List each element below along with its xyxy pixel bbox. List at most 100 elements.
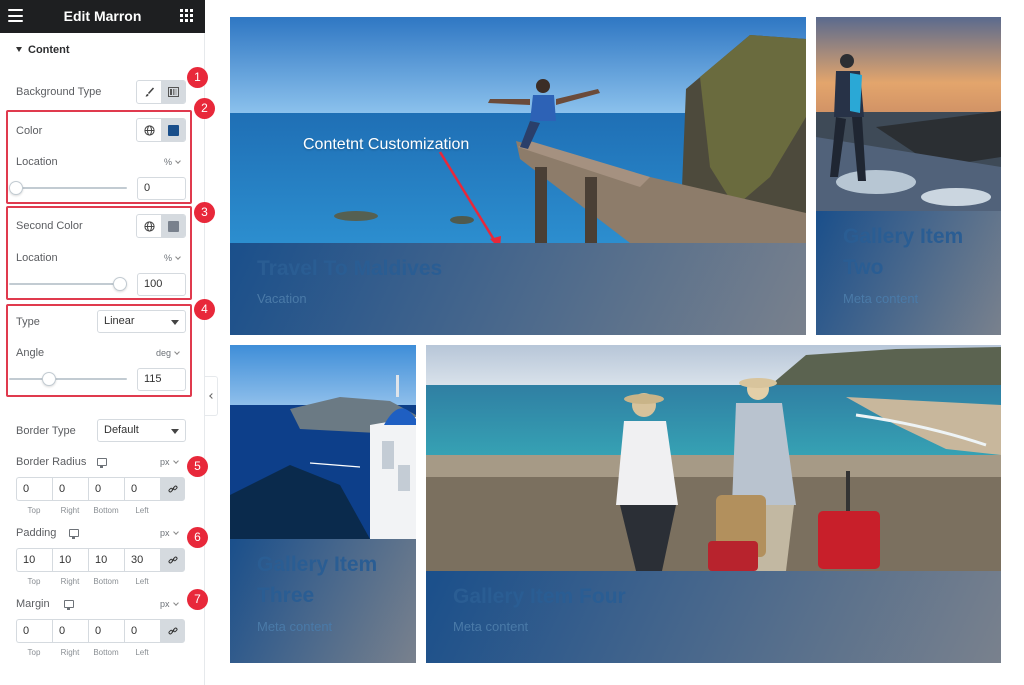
gallery-photo [426, 345, 1001, 571]
link-icon [168, 485, 177, 493]
gallery-item-meta: Meta content [453, 619, 529, 634]
margin-left-input[interactable]: 0 [124, 619, 160, 643]
margin-unit-select[interactable]: px [160, 599, 179, 609]
gallery-item-meta: Meta content [843, 291, 919, 306]
gallery-item-title: Gallery Item Three [257, 553, 378, 607]
chevron-down-icon [172, 458, 179, 464]
link-values-button[interactable] [160, 619, 185, 643]
dim-label-left: Left [135, 577, 149, 586]
border-radius-unit-select[interactable]: px [160, 457, 179, 467]
padding-label: Padding [16, 527, 57, 539]
dim-label-top: Top [27, 577, 41, 586]
margin-right-input[interactable]: 0 [52, 619, 88, 643]
classic-background-button[interactable] [137, 81, 161, 103]
chevron-left-icon [209, 393, 215, 399]
margin-label: Margin [16, 598, 50, 610]
brush-icon [145, 86, 154, 97]
border-type-label: Border Type [16, 425, 76, 437]
gallery-item-overlay: Gallery Item Three Meta content [230, 539, 416, 663]
dim-label-top: Top [27, 648, 41, 657]
caret-down-icon [16, 47, 22, 52]
desktop-icon[interactable] [97, 458, 107, 468]
dim-label-left: Left [135, 506, 149, 515]
widgets-grid-icon[interactable] [180, 9, 193, 22]
gradient-icon [167, 87, 179, 97]
border-type-value: Default [104, 424, 139, 436]
gallery-item-title: Gallery Item Two [843, 225, 964, 279]
padding-unit: px [160, 528, 170, 538]
gallery-item-4[interactable]: Gallery Item Four Meta content [426, 345, 1001, 663]
annotation-badge-4: 4 [194, 299, 215, 320]
background-type-label: Background Type [16, 86, 102, 98]
dim-label-right: Right [60, 648, 80, 657]
gallery-item-title: Travel To Maldives [257, 257, 443, 280]
gallery-item-overlay: Gallery Item Two Meta content [816, 211, 1001, 335]
annotation-badge-1: 1 [187, 67, 208, 88]
gallery-photo [816, 17, 1001, 211]
link-icon [168, 627, 177, 635]
gradient-background-button[interactable] [161, 81, 185, 103]
annotation-badge-2: 2 [194, 98, 215, 119]
annotation-badge-3: 3 [194, 202, 215, 223]
annotation-badge-6: 6 [187, 527, 208, 548]
chevron-down-icon [172, 600, 179, 606]
border-radius-top-input[interactable]: 0 [16, 477, 52, 501]
dim-label-right: Right [60, 506, 80, 515]
border-radius-label: Border Radius [16, 456, 87, 468]
gallery-item-title: Gallery Item Four [453, 585, 626, 608]
dim-label-top: Top [27, 506, 41, 515]
margin-dim-labels: Top Right Bottom Left [16, 648, 160, 657]
padding-dim-labels: Top Right Bottom Left [16, 577, 160, 586]
chevron-down-icon [172, 529, 179, 535]
border-type-select[interactable]: Default [97, 419, 186, 442]
dim-label-right: Right [60, 577, 80, 586]
content-section-label: Content [28, 44, 70, 56]
padding-bottom-input[interactable]: 10 [88, 548, 124, 572]
border-radius-left-input[interactable]: 0 [124, 477, 160, 501]
dim-label-bottom: Bottom [93, 506, 119, 515]
annotation-box-color [6, 110, 192, 204]
padding-unit-select[interactable]: px [160, 528, 179, 538]
border-radius-dimensions: 0 0 0 0 [16, 477, 185, 501]
gallery-photo [230, 345, 416, 539]
annotation-box-second-color [6, 206, 192, 300]
background-type-toggle [136, 80, 186, 104]
dim-label-left: Left [135, 648, 149, 657]
annotation-badge-7: 7 [187, 589, 208, 610]
link-values-button[interactable] [160, 548, 185, 572]
border-radius-dim-labels: Top Right Bottom Left [16, 506, 160, 515]
panel-title: Edit Marron [63, 8, 142, 24]
annotation-box-type-angle [6, 304, 192, 397]
border-radius-unit: px [160, 457, 170, 467]
annotation-badge-5: 5 [187, 456, 208, 477]
app-root: Edit Marron Content Background Type Colo… [0, 0, 1024, 685]
link-values-button[interactable] [160, 477, 185, 501]
collapse-panel-button[interactable] [205, 376, 218, 416]
annotation-label: Contetnt Customization [303, 136, 470, 153]
margin-unit: px [160, 599, 170, 609]
dim-label-bottom: Bottom [93, 648, 119, 657]
link-icon [168, 556, 177, 564]
desktop-icon[interactable] [69, 529, 79, 539]
padding-dimensions: 10 10 10 30 [16, 548, 185, 572]
padding-left-input[interactable]: 30 [124, 548, 160, 572]
margin-bottom-input[interactable]: 0 [88, 619, 124, 643]
gallery-item-2[interactable]: Gallery Item Two Meta content [816, 17, 1001, 335]
desktop-icon[interactable] [64, 600, 74, 610]
padding-right-input[interactable]: 10 [52, 548, 88, 572]
gallery-item-1[interactable]: Contetnt Customization Travel To Maldive… [230, 17, 806, 335]
gallery-item-overlay: Gallery Item Four Meta content [426, 571, 1001, 663]
content-section-toggle[interactable]: Content [16, 44, 70, 56]
gallery-item-meta: Meta content [257, 619, 333, 634]
gallery-item-overlay: Travel To Maldives Vacation [230, 243, 806, 335]
caret-down-icon [171, 429, 179, 434]
panel-header: Edit Marron [0, 0, 205, 33]
border-radius-right-input[interactable]: 0 [52, 477, 88, 501]
border-radius-bottom-input[interactable]: 0 [88, 477, 124, 501]
gallery-item-3[interactable]: Gallery Item Three Meta content [230, 345, 416, 663]
margin-top-input[interactable]: 0 [16, 619, 52, 643]
padding-top-input[interactable]: 10 [16, 548, 52, 572]
gallery-item-meta: Vacation [257, 291, 307, 306]
dim-label-bottom: Bottom [93, 577, 119, 586]
editor-panel: Edit Marron Content Background Type Colo… [0, 0, 215, 685]
